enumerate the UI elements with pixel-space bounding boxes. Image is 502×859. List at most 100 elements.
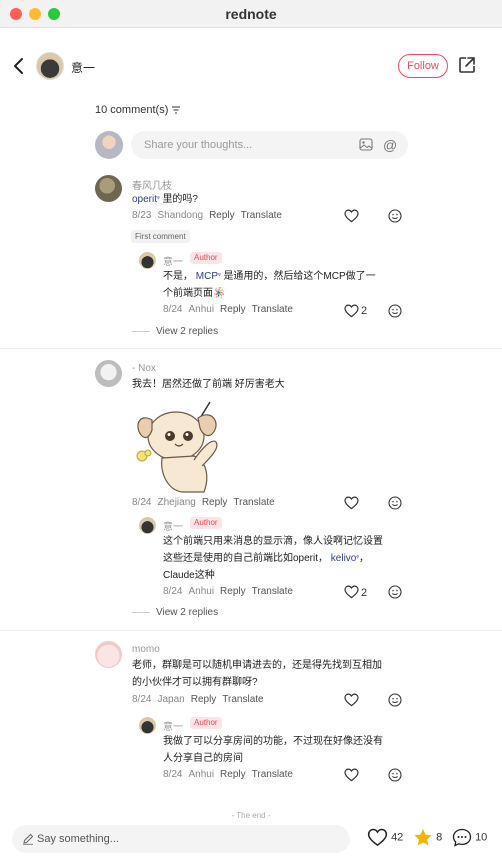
reply-button[interactable]: Reply	[209, 210, 235, 221]
end-of-comments-label: - The end -	[231, 811, 271, 820]
reply-location: Anhui	[188, 586, 215, 597]
comment-input[interactable]: Share your thoughts... @	[131, 131, 408, 159]
emoji-reaction-icon[interactable]	[388, 496, 402, 510]
like-heart-icon[interactable]	[344, 768, 359, 782]
emoji-reaction-icon[interactable]	[388, 768, 402, 782]
reply-author-avatar[interactable]	[139, 717, 156, 734]
view-replies-label[interactable]: View 2 replies	[156, 326, 218, 337]
reply-author-name[interactable]: 意一	[163, 718, 183, 733]
pencil-icon	[23, 833, 34, 845]
follow-button[interactable]: Follow	[398, 54, 448, 78]
commenter-name[interactable]: 春风几枝	[132, 177, 172, 192]
reply-author-avatar[interactable]	[139, 252, 156, 269]
dog-sticker-image[interactable]	[132, 398, 225, 494]
image-icon[interactable]	[359, 138, 373, 151]
reply-text-part: 这个前端只用来消息的显示滴，像人设啊记忆设置	[163, 536, 383, 547]
reply-author-name[interactable]: 意一	[163, 518, 183, 533]
mention-link[interactable]: kelivo	[331, 553, 357, 564]
reply-button[interactable]: Reply	[220, 304, 246, 315]
window-titlebar: rednote	[0, 0, 502, 28]
divider-line	[132, 611, 150, 613]
emoji-reaction-icon[interactable]	[388, 209, 402, 223]
comment-text-part: 老师，群聊是可以随机申请进去的，还是得先找到互相加	[132, 660, 382, 671]
author-badge: Author	[190, 252, 222, 264]
commenter-avatar[interactable]	[95, 360, 122, 387]
app-title: rednote	[225, 6, 277, 22]
reply-text-part: 不是，	[163, 271, 193, 282]
like-heart-icon[interactable]	[344, 304, 359, 318]
comment-body: 里的吗?	[162, 194, 198, 205]
comment-bubble-icon	[452, 828, 472, 847]
mention-link[interactable]: MCP	[196, 271, 218, 282]
comment-meta: 8/24 Zhejiang Reply Translate	[132, 497, 281, 508]
say-something-input[interactable]: Say something...	[12, 825, 350, 853]
reply-meta: 8/24 Anhui Reply Translate	[163, 586, 299, 597]
reply-button[interactable]: Reply	[220, 769, 246, 780]
post-like-count: 42	[391, 831, 404, 844]
post-like-button[interactable]: 42	[367, 828, 403, 847]
share-icon[interactable]	[458, 56, 476, 74]
reply-date: 8/24	[163, 304, 183, 315]
reply-text: 不是， MCPᵠ 是通用的，然后给这个MCP做了一 个前端页面🪅	[163, 268, 376, 302]
emoji-reaction-icon[interactable]	[388, 304, 402, 318]
comment-count: 10 comment(s)	[95, 104, 169, 116]
translate-button[interactable]: Translate	[252, 586, 293, 597]
reply-text: 我做了可以分享房间的功能，不过现在好像还没有 人分享自己的房间	[163, 733, 383, 767]
reply-button[interactable]: Reply	[191, 694, 217, 705]
bottom-action-bar: Say something... 42 8 10	[0, 821, 502, 859]
star-icon	[414, 829, 432, 846]
back-arrow-icon[interactable]	[10, 56, 28, 76]
reply-author-name[interactable]: 意一	[163, 253, 183, 268]
translate-button[interactable]: Translate	[222, 694, 263, 705]
translate-button[interactable]: Translate	[233, 497, 274, 508]
reply-location: Anhui	[188, 769, 215, 780]
reply-text-part: 是通用的，然后给这个MCP做了一	[223, 271, 376, 282]
reply-meta: 8/24 Anhui Reply Translate	[163, 769, 299, 780]
commenter-avatar[interactable]	[95, 175, 122, 202]
comment-location: Zhejiang	[157, 497, 196, 508]
reply-text-part: 我做了可以分享房间的功能，不过现在好像还没有	[163, 736, 383, 747]
reply-button[interactable]: Reply	[202, 497, 228, 508]
comment-text: 老师，群聊是可以随机申请进去的，还是得先找到互相加 的小伙伴才可以拥有群聊呀?	[132, 657, 382, 691]
comment-date: 8/24	[132, 694, 152, 705]
commenter-name[interactable]: momo	[132, 644, 160, 655]
reply-text: 这个前端只用来消息的显示滴，像人设啊记忆设置 这些还是使用的自己前端比如oper…	[163, 533, 383, 584]
post-collect-button[interactable]: 8	[413, 828, 442, 847]
search-icon: ᵠ	[218, 273, 221, 279]
like-heart-icon[interactable]	[344, 693, 359, 707]
translate-button[interactable]: Translate	[241, 210, 282, 221]
like-heart-icon[interactable]	[344, 496, 359, 510]
emoji-reaction-icon[interactable]	[388, 693, 402, 707]
reply-button[interactable]: Reply	[220, 586, 246, 597]
comment-divider	[0, 348, 502, 349]
divider-line	[132, 330, 150, 332]
mention-link[interactable]: operit	[132, 194, 157, 205]
view-replies-link[interactable]: View 2 replies	[132, 326, 218, 337]
commenter-avatar[interactable]	[95, 641, 122, 668]
author-name[interactable]: 意一	[71, 59, 95, 76]
view-replies-link[interactable]: View 2 replies	[132, 607, 218, 618]
author-avatar[interactable]	[36, 52, 64, 80]
translate-button[interactable]: Translate	[252, 769, 293, 780]
sort-icon[interactable]	[171, 106, 181, 114]
post-comment-button[interactable]: 10	[452, 828, 487, 847]
reply-date: 8/24	[163, 769, 183, 780]
reply-location: Anhui	[188, 304, 215, 315]
like-heart-icon[interactable]	[344, 585, 359, 599]
comment-count-row: 10 comment(s)	[95, 104, 181, 116]
like-count: 2	[361, 305, 368, 317]
translate-button[interactable]: Translate	[252, 304, 293, 315]
comment-body: 我去！居然还做了前端 好厉害老大	[132, 379, 285, 390]
reply-meta: 8/24 Anhui Reply Translate	[163, 304, 299, 315]
mention-icon[interactable]: @	[383, 137, 397, 153]
commenter-name[interactable]: - Nox	[132, 363, 156, 374]
say-something-placeholder: Say something...	[37, 833, 119, 845]
author-badge: Author	[190, 517, 222, 529]
emoji-reaction-icon[interactable]	[388, 585, 402, 599]
first-comment-badge: First comment	[131, 230, 190, 243]
like-heart-icon[interactable]	[344, 209, 359, 223]
comment-meta: 8/23 Shandong Reply Translate	[132, 210, 288, 221]
reply-author-avatar[interactable]	[139, 517, 156, 534]
reply-text-part: 人分享自己的房间	[163, 753, 243, 764]
view-replies-label[interactable]: View 2 replies	[156, 607, 218, 618]
